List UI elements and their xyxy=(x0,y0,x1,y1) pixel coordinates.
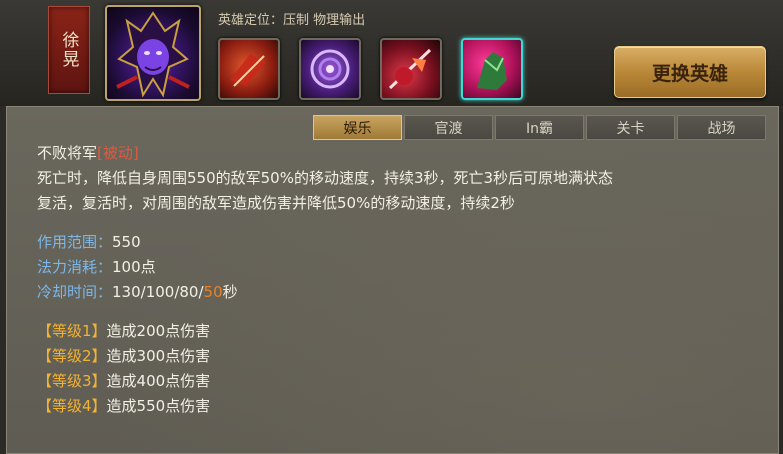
level-effect: 造成300点伤害 xyxy=(106,347,211,365)
range-label: 作用范围： xyxy=(37,233,113,251)
skill-title: 不败将军[被动] xyxy=(37,141,772,166)
skill-description: 不败将军[被动] 死亡时，降低自身周围550的敌军50%的移动速度，持续3秒，死… xyxy=(37,141,772,419)
skill-detail-panel: 娱乐 官渡 In霸 关卡 战场 不败将军[被动] 死亡时，降低自身周围550的敌… xyxy=(6,106,779,454)
level-row: 【等级2】造成300点伤害 xyxy=(37,344,772,369)
skill-type-tag: [被动] xyxy=(97,144,139,162)
hero-portrait-icon xyxy=(116,11,190,98)
skill-slot-1[interactable] xyxy=(218,38,280,100)
level-effect: 造成200点伤害 xyxy=(106,322,211,340)
hero-portrait[interactable] xyxy=(105,5,201,101)
cost-label: 法力消耗： xyxy=(37,258,113,276)
blade-strike-icon xyxy=(388,48,432,90)
swap-hero-button[interactable]: 更换英雄 xyxy=(614,46,766,98)
cooldown-values: 130/100/80/ xyxy=(112,283,204,301)
hero-name: 徐晃 xyxy=(58,31,79,69)
skill-description-line-2: 复活，复活时，对周围的敌军造成伤害并降低50%的移动速度，持续2秒 xyxy=(37,194,515,212)
cost-row: 法力消耗：100点 xyxy=(37,255,772,280)
range-row: 作用范围：550 xyxy=(37,230,772,255)
level-label: 【等级1】 xyxy=(37,322,107,340)
tab-guandu[interactable]: 官渡 xyxy=(404,115,493,140)
tab-entertainment[interactable]: 娱乐 xyxy=(313,115,402,140)
skill-description-line-1: 死亡时，降低自身周围550的敌军50%的移动速度，持续3秒，死亡3秒后可原地满状… xyxy=(37,169,614,187)
level-effect: 造成400点伤害 xyxy=(106,372,211,390)
axe-slash-icon xyxy=(230,54,266,87)
skill-slot-3[interactable] xyxy=(380,38,442,100)
level-label: 【等级4】 xyxy=(37,397,107,415)
skill-name: 不败将军 xyxy=(37,144,98,162)
undying-general-icon xyxy=(477,52,507,90)
cooldown-row: 冷却时间：130/100/80/50秒 xyxy=(37,280,772,305)
hero-role: 英雄定位：压制 物理输出 xyxy=(218,13,366,28)
level-row: 【等级3】造成400点伤害 xyxy=(37,369,772,394)
level-row: 【等级4】造成550点伤害 xyxy=(37,394,772,419)
range-value: 550 xyxy=(112,233,141,251)
mode-tabs: 娱乐 官渡 In霸 关卡 战场 xyxy=(313,115,766,140)
level-label: 【等级2】 xyxy=(37,347,107,365)
skill-slot-4[interactable] xyxy=(461,38,523,100)
tab-in-ba[interactable]: In霸 xyxy=(495,115,584,140)
skill-slot-2[interactable] xyxy=(299,38,361,100)
tab-battlefield[interactable]: 战场 xyxy=(677,115,766,140)
hero-name-tag: 徐晃 xyxy=(48,6,90,94)
cooldown-label: 冷却时间： xyxy=(37,283,113,301)
cooldown-unit: 秒 xyxy=(222,283,238,301)
tab-stage[interactable]: 关卡 xyxy=(586,115,675,140)
hero-header: 徐晃 英雄定位：压制 物理输出 更换英雄 xyxy=(0,0,783,106)
level-row: 【等级1】造成200点伤害 xyxy=(37,319,772,344)
level-label: 【等级3】 xyxy=(37,372,107,390)
cost-value: 100点 xyxy=(112,258,156,276)
vortex-icon xyxy=(310,49,350,89)
level-effect: 造成550点伤害 xyxy=(106,397,211,415)
cooldown-highlight: 50 xyxy=(203,283,223,301)
